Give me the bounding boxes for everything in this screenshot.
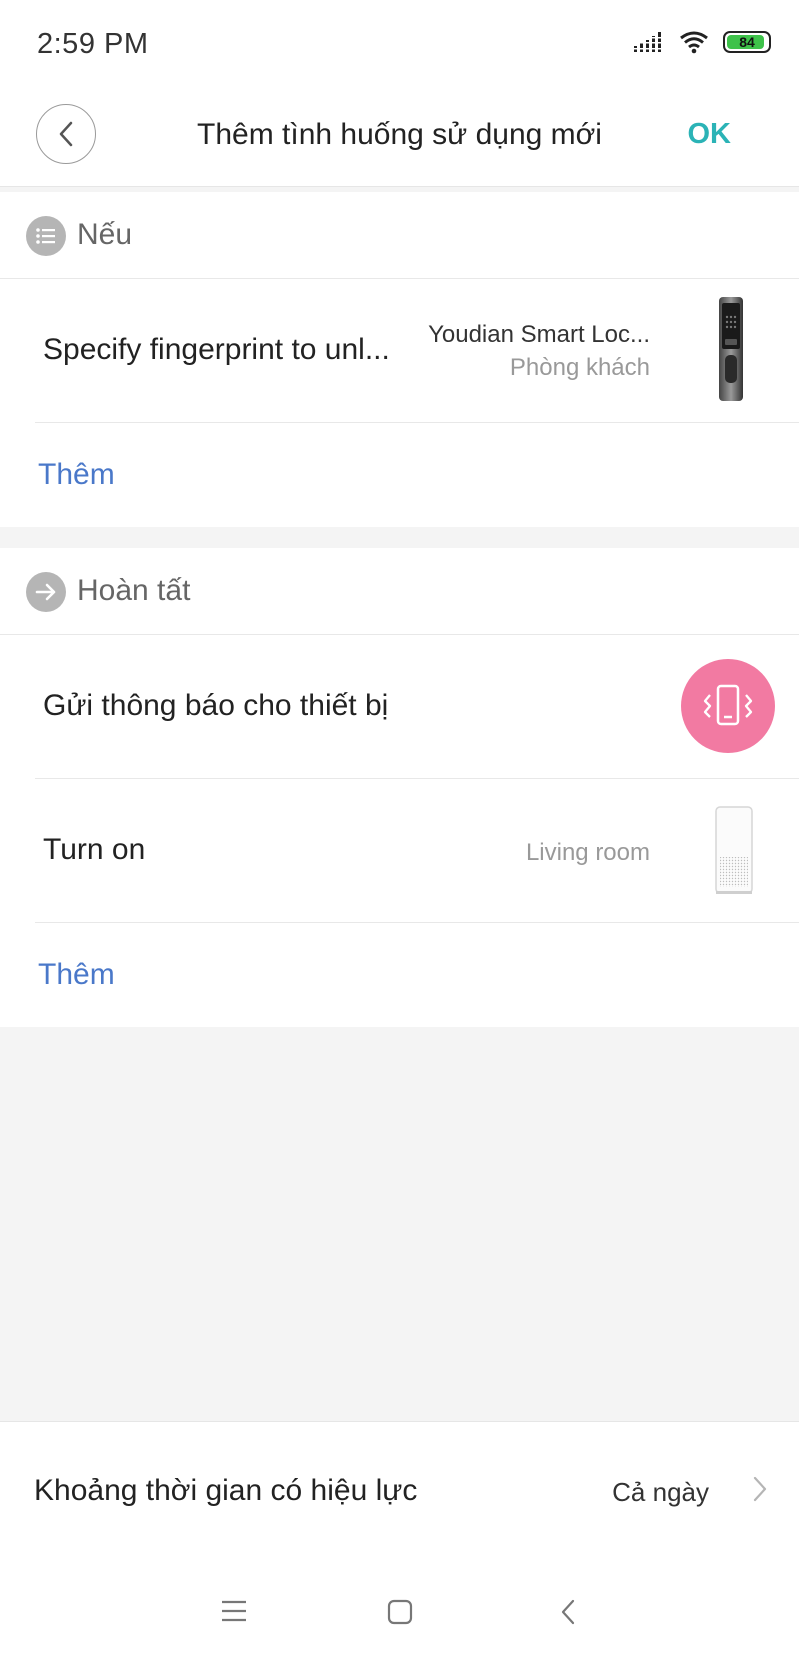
if-section: Nếu Specify fingerprint to unl... Youdia… — [0, 192, 799, 527]
validity-label: Khoảng thời gian có hiệu lực — [34, 1474, 418, 1507]
system-nav-bar — [0, 1562, 799, 1663]
wifi-icon — [680, 31, 708, 54]
air-purifier-thumbnail — [715, 806, 753, 894]
list-icon — [26, 216, 66, 256]
arrow-right-icon — [26, 572, 66, 612]
action-label: Gửi thông báo cho thiết bị — [43, 689, 389, 722]
home-icon[interactable] — [386, 1598, 414, 1626]
if-section-title: Nếu — [77, 218, 133, 251]
then-section-header: Hoàn tất — [0, 548, 799, 635]
add-condition-link[interactable]: Thêm — [38, 458, 115, 492]
if-section-header: Nếu — [0, 192, 799, 279]
status-time: 2:59 PM — [37, 28, 149, 60]
status-icons: 84 — [633, 30, 771, 54]
battery-level: 84 — [739, 34, 755, 50]
ok-button[interactable]: OK — [688, 118, 732, 151]
phone-vibrate-icon — [681, 659, 775, 753]
condition-room: Phòng khách — [509, 354, 650, 381]
add-action-row: Thêm — [0, 923, 799, 1027]
action-label: Turn on — [43, 833, 146, 866]
validity-period-row[interactable]: Khoảng thời gian có hiệu lực Cả ngày — [0, 1421, 799, 1563]
validity-value: Cả ngày — [612, 1477, 709, 1507]
menu-icon[interactable] — [220, 1598, 248, 1624]
add-condition-row: Thêm — [0, 423, 799, 527]
condition-label: Specify fingerprint to unl... — [43, 333, 390, 366]
back-icon[interactable] — [558, 1598, 578, 1626]
condition-row[interactable]: Specify fingerprint to unl... Youdian Sm… — [35, 279, 799, 423]
action-row[interactable]: Turn on Living room — [35, 779, 799, 923]
then-section: Hoàn tất Gửi thông báo cho thiết bị Turn… — [0, 548, 799, 1027]
page-title: Thêm tình huống sử dụng mới — [197, 118, 602, 151]
add-action-link[interactable]: Thêm — [38, 958, 115, 992]
condition-device: Youdian Smart Loc... — [428, 321, 650, 348]
page-header: Thêm tình huống sử dụng mới OK — [0, 90, 799, 187]
signal-icon — [633, 32, 663, 52]
chevron-right-icon — [753, 1476, 767, 1502]
status-bar: 2:59 PM 84 — [0, 0, 799, 90]
action-room: Living room — [525, 839, 650, 866]
smart-lock-thumbnail — [719, 297, 743, 401]
action-row[interactable]: Gửi thông báo cho thiết bị — [35, 635, 799, 779]
battery-icon: 84 — [723, 31, 771, 53]
then-section-title: Hoàn tất — [77, 574, 191, 607]
